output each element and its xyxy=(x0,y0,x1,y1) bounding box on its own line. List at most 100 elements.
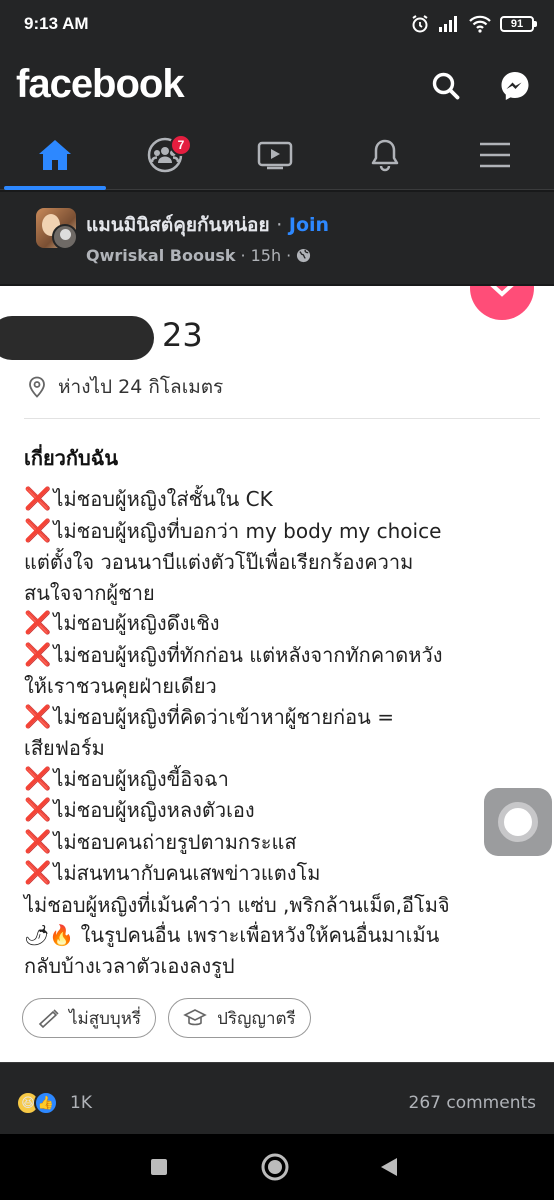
about-line-text: ให้เราชวนคุยฝ่ายเดียว xyxy=(24,674,217,698)
about-line-text: ไม่ชอบผู้หญิงที่บอกว่า my body my choice xyxy=(53,518,442,543)
reaction-icons[interactable]: 😆 👍 xyxy=(16,1091,58,1115)
tab-menu[interactable] xyxy=(440,120,550,190)
heart-icon xyxy=(490,286,514,297)
meta-separator-2: · xyxy=(286,246,292,265)
battery-icon: 91 xyxy=(500,16,537,32)
about-line-text: กลับบ้างเวลาตัวเองลงรูป xyxy=(24,953,235,978)
about-line-text: ไม่ชอบคนถ่ายรูปตามกระแส xyxy=(53,829,297,854)
about-line-text: ไม่ชอบผู้หญิงขี้อิจฉา xyxy=(53,766,229,791)
x-mark-icon: ❌ xyxy=(24,704,52,730)
x-mark-icon: ❌ xyxy=(24,798,52,823)
post-header: แมนมินิสต์คุยกันหน่อย · Join Qwriskal Bo… xyxy=(0,192,554,284)
join-button[interactable]: Join xyxy=(289,214,329,236)
like-icon: 👍 xyxy=(34,1091,58,1115)
tab-groups[interactable]: 7 xyxy=(110,120,220,190)
facebook-logo: facebook xyxy=(16,62,185,106)
back-triangle-icon xyxy=(381,1158,397,1176)
status-time: 9:13 AM xyxy=(24,14,89,33)
tab-notifications[interactable] xyxy=(330,120,440,190)
heart-button xyxy=(470,286,534,320)
circle-icon xyxy=(261,1153,289,1181)
home-icon xyxy=(39,140,71,170)
about-line: ❌ ไม่ชอบผู้หญิงที่ทักก่อน แต่หลังจากทักคา… xyxy=(24,640,534,672)
globe-icon xyxy=(297,248,311,263)
home-button[interactable] xyxy=(258,1150,292,1184)
tag-education-label: ปริญญาตรี xyxy=(217,1008,296,1029)
tab-home[interactable] xyxy=(0,120,110,190)
redacted-name xyxy=(0,316,154,360)
video-icon xyxy=(257,141,293,170)
messenger-icon xyxy=(501,72,529,100)
about-line: ❌ ไม่ชอบผู้หญิงหลงตัวเอง xyxy=(24,795,534,827)
about-line-text: แต่ตั้งใจ วอนนาบีแต่งตัวโป๊เพื่อเรียกร้อ… xyxy=(24,550,414,574)
alarm-icon xyxy=(412,15,428,33)
x-mark-icon: ❌ xyxy=(24,611,52,636)
comment-count[interactable]: 267 comments xyxy=(409,1093,536,1113)
profile-tags: ไม่สูบบุหรี่ ปริญญาตรี xyxy=(22,998,311,1038)
tab-watch[interactable] xyxy=(220,120,330,190)
assistive-touch-icon xyxy=(498,802,538,842)
about-line: ❌ ไม่สนทนากับคนเสพข่าวแตงโม xyxy=(24,858,534,890)
avatar[interactable] xyxy=(52,224,78,250)
about-line: เสียฟอร์ม xyxy=(24,733,534,764)
tag-non-smoker: ไม่สูบบุหรี่ xyxy=(22,998,157,1038)
post-time[interactable]: 15h xyxy=(251,246,282,265)
about-line: ไม่ชอบผู้หญิงที่เม้นคำว่า แซ่บ ,พริกล้าน… xyxy=(24,890,534,921)
menu-icon xyxy=(480,142,510,168)
about-line-text: เสียฟอร์ม xyxy=(24,736,105,760)
square-icon xyxy=(151,1159,167,1175)
reactions-bar: 😆 👍 1K 267 comments xyxy=(0,1062,554,1134)
status-bar: 9:13 AM 91 xyxy=(0,0,554,50)
tag-non-smoker-label: ไม่สูบบุหรี่ xyxy=(69,1008,142,1029)
status-icons: 91 xyxy=(410,12,537,36)
about-line: ❌ ไม่ชอบคนถ่ายรูปตามกระแส xyxy=(24,827,534,859)
x-mark-icon: ❌ xyxy=(24,861,52,886)
about-line: 🌶🔥 ในรูปคนอื่น เพราะเพื่อหวังให้คนอื่นมา… xyxy=(24,920,534,951)
distance-text: ห่างไป 24 กิโลเมตร xyxy=(58,376,224,398)
back-button[interactable] xyxy=(372,1150,406,1184)
about-line-text: ไม่ชอบผู้หญิงใส่ชั้นใน CK xyxy=(53,487,273,511)
author-name[interactable]: Qwriskal Boousk xyxy=(86,246,236,265)
about-line: ❌ ไม่ชอบผู้หญิงใส่ชั้นใน CK xyxy=(24,484,534,516)
group-name: แมนมินิสต์คุยกันหน่อย · Join xyxy=(86,210,329,240)
signal-icon xyxy=(439,16,457,32)
about-line: ❌ ไม่ชอบผู้หญิงดึงเชิง xyxy=(24,608,534,640)
about-line-text: ไม่สนทนากับคนเสพข่าวแตงโม xyxy=(53,861,321,885)
about-line-text: ไม่ชอบผู้หญิงหลงตัวเอง xyxy=(53,798,255,822)
bell-icon xyxy=(371,139,399,172)
reaction-count[interactable]: 1K xyxy=(70,1093,92,1113)
graduation-cap-icon xyxy=(183,1009,207,1026)
about-title: เกี่ยวกับฉัน xyxy=(24,446,118,470)
about-line: ให้เราชวนคุยฝ่ายเดียว xyxy=(24,671,534,702)
android-nav-bar xyxy=(0,1134,554,1200)
groups-badge: 7 xyxy=(170,134,192,156)
nav-tabs: 7 xyxy=(0,120,554,190)
assistive-touch-button[interactable] xyxy=(484,788,552,856)
about-line-text: ไม่ชอบผู้หญิงที่เม้นคำว่า แซ่บ ,พริกล้าน… xyxy=(24,892,450,917)
profile-distance: ห่างไป 24 กิโลเมตร xyxy=(28,372,223,402)
cigarette-icon xyxy=(38,1009,59,1028)
x-mark-icon: ❌ xyxy=(24,487,52,512)
wifi-icon xyxy=(469,15,491,33)
x-mark-icon: ❌ xyxy=(24,829,52,855)
x-mark-icon: ❌ xyxy=(24,766,52,792)
post-meta: Qwriskal Boousk · 15h · xyxy=(86,246,311,265)
about-line: กลับบ้างเวลาตัวเองลงรูป xyxy=(24,951,534,982)
recents-button[interactable] xyxy=(142,1150,176,1184)
app-header: facebook xyxy=(0,50,554,120)
about-line-text: ไม่ชอบผู้หญิงที่คิดว่าเข้าหาผู้ชายก่อน = xyxy=(53,704,394,729)
search-button[interactable] xyxy=(424,64,468,108)
messenger-button[interactable] xyxy=(493,64,537,108)
post-image[interactable]: 23 ห่างไป 24 กิโลเมตร เกี่ยวกับฉัน ❌ ไม่ช… xyxy=(0,286,554,1062)
tag-education: ปริญญาตรี xyxy=(168,998,311,1038)
group-name-link[interactable]: แมนมินิสต์คุยกันหน่อย xyxy=(86,214,270,236)
x-mark-icon: ❌ xyxy=(24,518,52,544)
separator: · xyxy=(276,214,283,236)
search-icon xyxy=(432,72,460,100)
about-line-text: ในรูปคนอื่น เพราะเพื่อหวังให้คนอื่นมาเม้… xyxy=(74,923,440,947)
about-text: ❌ ไม่ชอบผู้หญิงใส่ชั้นใน CK ❌ ไม่ชอบผู้หญิง… xyxy=(24,484,534,981)
about-line-text: ไม่ชอบผู้หญิงที่ทักก่อน แต่หลังจากทักคาด… xyxy=(53,642,443,667)
location-pin-icon xyxy=(29,376,45,398)
x-mark-icon: ❌ xyxy=(24,642,52,668)
profile-age: 23 xyxy=(162,316,203,354)
